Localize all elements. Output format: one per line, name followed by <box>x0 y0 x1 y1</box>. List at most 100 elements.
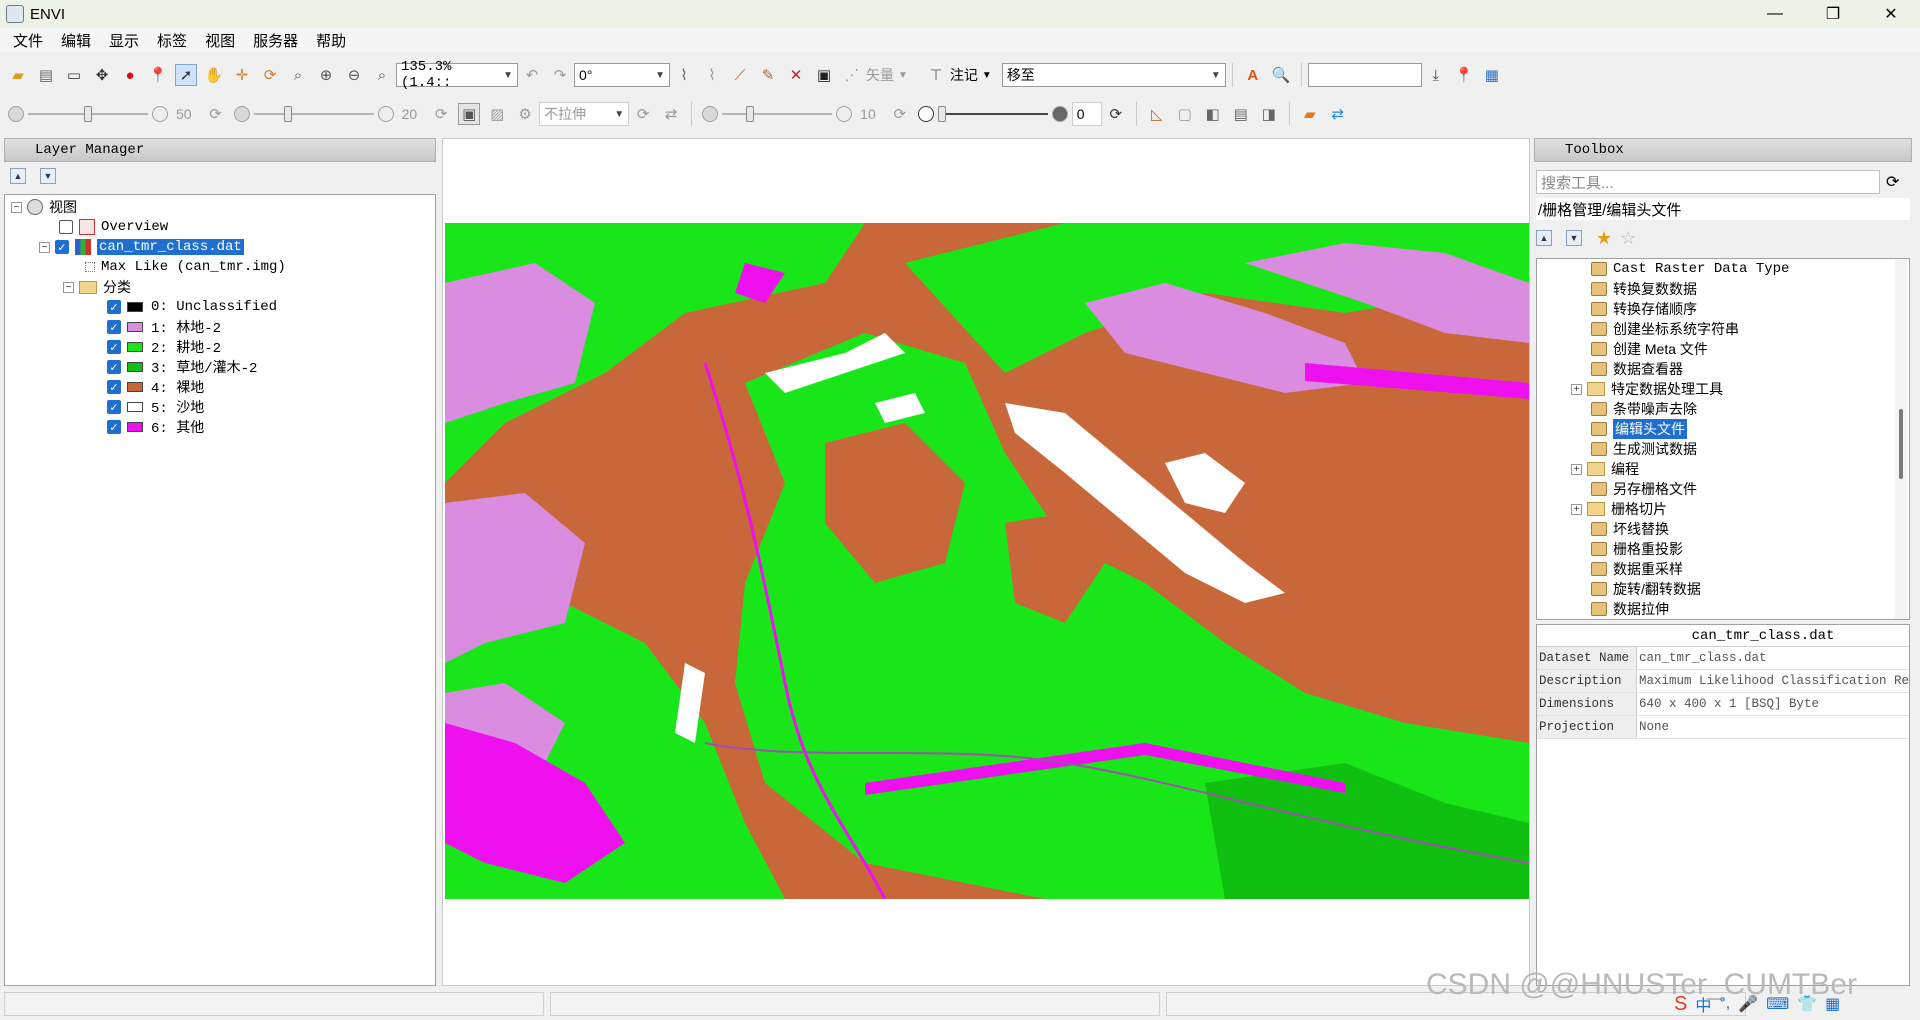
stretch-mode-icon[interactable]: ▣ <box>458 103 481 125</box>
goto-combo[interactable]: 移至 ▼ <box>1001 63 1226 87</box>
close-button[interactable]: ✕ <box>1862 0 1920 28</box>
expand-all-icon[interactable]: ▼ <box>1566 230 1582 246</box>
class-checkbox[interactable]: ✓ <box>107 300 121 314</box>
class-item[interactable]: ✓ 0: Unclassified <box>107 297 277 317</box>
crosshair-icon[interactable]: ✥ <box>91 64 113 86</box>
select-arrow-icon[interactable]: ➚ <box>175 64 197 86</box>
portal-icon[interactable]: ▦ <box>1481 64 1503 86</box>
transparency-value-box[interactable]: 0 <box>1071 102 1102 126</box>
refresh-icon[interactable]: ⟳ <box>1886 172 1899 192</box>
metadata-value[interactable]: can_tmr_class.dat <box>1637 647 1909 669</box>
open-file-icon[interactable]: ▰ <box>7 64 29 86</box>
brightness-slider[interactable] <box>28 103 148 125</box>
collapse-all-icon[interactable]: ▲ <box>10 168 26 184</box>
chip-icon[interactable]: ▢ <box>1174 103 1196 125</box>
contrast-slider[interactable] <box>253 103 374 125</box>
toolbox-item[interactable]: 另存栅格文件 <box>1591 479 1697 499</box>
class-checkbox[interactable]: ✓ <box>107 320 121 334</box>
rotate-icon[interactable]: ⟳ <box>259 64 281 86</box>
punctuation-icon[interactable]: °, <box>1719 995 1730 1013</box>
microphone-icon[interactable]: 🎤 <box>1738 994 1758 1014</box>
stop-icon[interactable]: ● <box>119 64 141 86</box>
menu-file[interactable]: 文件 <box>4 30 52 51</box>
metadata-value[interactable]: None <box>1637 716 1909 738</box>
class-item[interactable]: ✓ 3: 草地/灌木-2 <box>107 357 257 377</box>
image-view[interactable] <box>442 138 1530 986</box>
toolbox-item[interactable]: 转换存储顺序 <box>1591 299 1697 319</box>
toolbox-item[interactable]: 数据重采样 <box>1591 559 1683 579</box>
toolbox-item[interactable]: 数据查看器 <box>1591 359 1683 379</box>
reset-contrast-icon[interactable]: ⟳ <box>430 103 452 125</box>
sogou-logo-icon[interactable]: S <box>1674 993 1687 1016</box>
reset-stretch-icon[interactable]: ⟳ <box>632 103 654 125</box>
tree-view-node[interactable]: − 视图 <box>11 197 77 217</box>
location-pin-icon[interactable]: 📍 <box>1453 64 1475 86</box>
annotation-icon[interactable]: ⊤ <box>925 64 947 86</box>
view-blend-icon[interactable]: ◧ <box>1202 103 1224 125</box>
zoom-out-icon[interactable]: ⊖ <box>343 64 365 86</box>
chinese-input-icon[interactable]: 中 <box>1695 992 1711 1016</box>
stretch-settings-icon[interactable]: ⚙ <box>514 103 536 125</box>
data-manager-icon[interactable]: ▤ <box>35 64 57 86</box>
stretch-combo[interactable]: 不拉伸 ▼ <box>539 102 630 126</box>
chevron-down-icon[interactable]: ▼ <box>982 70 992 81</box>
toolbox-item[interactable]: 创建 Meta 文件 <box>1591 339 1708 359</box>
class-item[interactable]: ✓ 6: 其他 <box>107 417 204 437</box>
pan-hand-icon[interactable]: ✋ <box>203 64 225 86</box>
envi-logo-icon[interactable]: A <box>1242 64 1264 86</box>
fly-icon[interactable]: ✛ <box>231 64 253 86</box>
class-checkbox[interactable]: ✓ <box>107 420 121 434</box>
annotate-pen-icon[interactable]: ✎ <box>757 64 779 86</box>
collapse-toggle-icon[interactable]: − <box>63 281 74 293</box>
toolbox-item[interactable]: 旋转/翻转数据 <box>1591 579 1701 599</box>
quick-search-input[interactable] <box>1307 63 1422 87</box>
class-item[interactable]: ✓ 1: 林地-2 <box>107 317 221 337</box>
scrollbar-thumb[interactable] <box>1899 409 1903 479</box>
zoom-combo[interactable]: 135.3% (1.4:: ▼ <box>396 59 518 91</box>
pin-icon[interactable]: 📍 <box>147 64 169 86</box>
reset-sharpen-icon[interactable]: ⟳ <box>889 103 911 125</box>
toolbox-scrollbar[interactable] <box>1895 259 1907 619</box>
chevron-down-icon[interactable]: ▼ <box>898 70 908 81</box>
link-views-icon[interactable]: ⇄ <box>1327 103 1349 125</box>
menu-display[interactable]: 显示 <box>100 30 148 51</box>
toolbox-item[interactable]: 创建坐标系统字符串 <box>1591 319 1739 339</box>
toolbox-item[interactable]: 坏线替换 <box>1591 519 1669 539</box>
ruler-icon[interactable]: ◺ <box>1146 103 1168 125</box>
metadata-value[interactable]: Maximum Likelihood Classification Re <box>1637 670 1909 692</box>
vector-label[interactable]: 矢量 <box>866 65 894 85</box>
metadata-value[interactable]: 640 x 400 x 1 [BSQ] Byte <box>1637 693 1909 715</box>
classification-map-image[interactable] <box>445 223 1529 899</box>
roi-disabled-icon[interactable]: ⌇ <box>701 64 723 86</box>
toolbox-item[interactable]: 条带噪声去除 <box>1591 399 1697 419</box>
class-checkbox[interactable]: ✓ <box>107 340 121 354</box>
toolbox-item[interactable]: 数据拉伸 <box>1591 599 1669 619</box>
expand-toggle-icon[interactable]: + <box>1571 463 1582 475</box>
toolbox-item-selected[interactable]: 编辑头文件 <box>1591 419 1687 439</box>
toolbox-tray-icon[interactable]: ▦ <box>1825 994 1840 1014</box>
skin-icon[interactable]: 👕 <box>1797 994 1817 1014</box>
vector-icon[interactable]: ⋰ <box>841 64 863 86</box>
toolbox-search-input[interactable]: 搜索工具... <box>1536 170 1880 194</box>
stretch-histogram-icon[interactable]: ⇄ <box>660 103 682 125</box>
tree-class-folder-node[interactable]: − 分类 <box>63 277 131 297</box>
collapse-all-icon[interactable]: ▲ <box>1536 230 1552 246</box>
sharpen-slider[interactable] <box>722 103 833 125</box>
favorite-remove-icon[interactable]: ☆ <box>1620 228 1636 249</box>
toolbox-folder[interactable]: + 特定数据处理工具 <box>1571 379 1723 399</box>
menu-help[interactable]: 帮助 <box>307 30 355 51</box>
menu-edit[interactable]: 编辑 <box>52 30 100 51</box>
rotate-left-icon[interactable]: ↶ <box>521 64 543 86</box>
tree-maxlike-node[interactable]: Max Like (can_tmr.img) <box>85 257 286 277</box>
class-checkbox[interactable]: ✓ <box>107 360 121 374</box>
menu-view[interactable]: 视图 <box>196 30 244 51</box>
download-icon[interactable]: ⤓ <box>1425 64 1447 86</box>
class-item[interactable]: ✓ 5: 沙地 <box>107 397 204 417</box>
dataset-checkbox[interactable]: ✓ <box>55 240 69 254</box>
stretch-type-icon[interactable]: ▨ <box>486 103 508 125</box>
toolbox-folder[interactable]: + 栅格切片 <box>1571 499 1667 519</box>
class-checkbox[interactable]: ✓ <box>107 380 121 394</box>
expand-toggle-icon[interactable]: + <box>1571 503 1582 515</box>
reset-brightness-icon[interactable]: ⟳ <box>205 103 227 125</box>
toolbox-folder[interactable]: + 编程 <box>1571 459 1639 479</box>
